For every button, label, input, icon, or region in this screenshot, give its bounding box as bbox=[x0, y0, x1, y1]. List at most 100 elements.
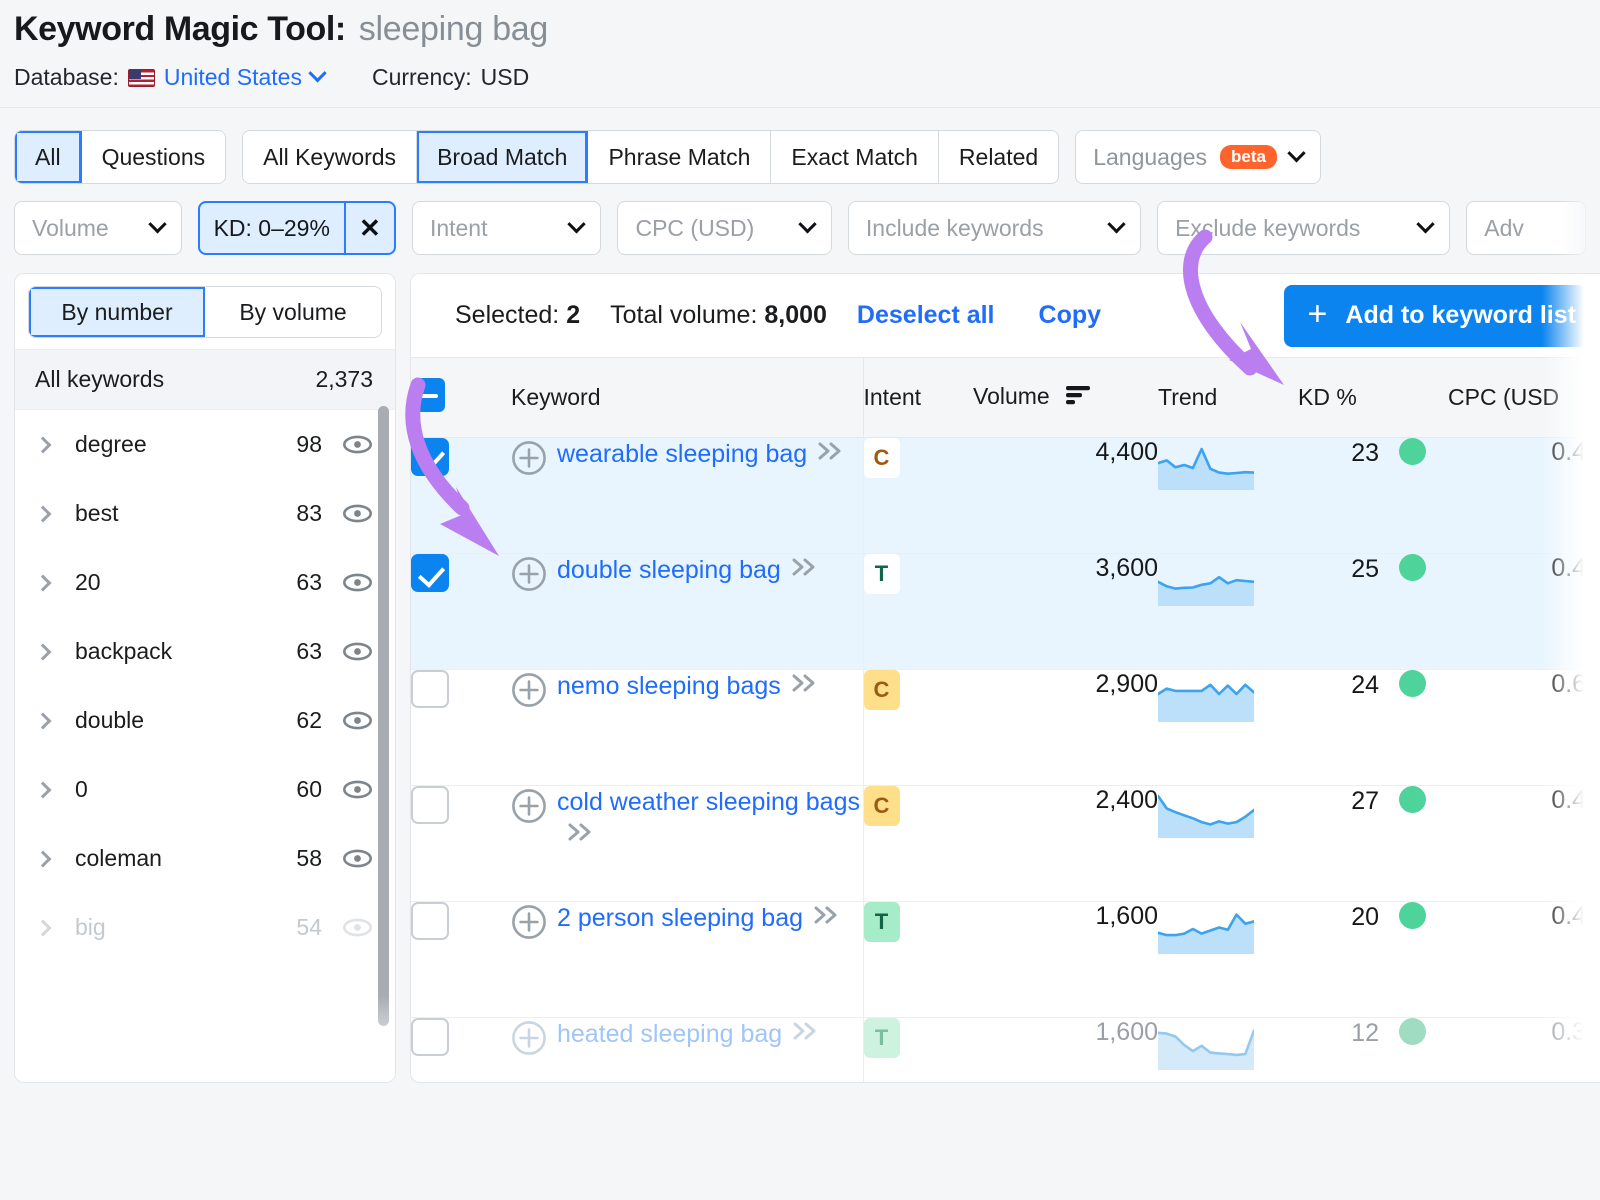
row-checkbox[interactable] bbox=[411, 786, 449, 824]
expand-keyword-icon-wrap[interactable] bbox=[791, 554, 821, 587]
eye-icon-wrap[interactable] bbox=[342, 429, 373, 460]
languages-dropdown[interactable]: Languages beta bbox=[1075, 130, 1321, 184]
tab-all[interactable]: All bbox=[15, 131, 82, 183]
tab-related[interactable]: Related bbox=[939, 131, 1058, 183]
sidebar-group-label: degree bbox=[63, 431, 296, 458]
expand-keyword-icon-wrap[interactable] bbox=[792, 1018, 822, 1051]
kd-filter-clear-button[interactable]: ✕ bbox=[344, 201, 394, 255]
add-keyword-icon-wrap[interactable] bbox=[511, 788, 547, 831]
cpc-filter[interactable]: CPC (USD) bbox=[617, 201, 831, 255]
keyword-link[interactable]: 2 person sleeping bag bbox=[557, 902, 843, 935]
intent-filter[interactable]: Intent bbox=[412, 201, 602, 255]
sidebar-tab-by-number[interactable]: By number bbox=[29, 287, 205, 337]
keyword-link[interactable]: double sleeping bag bbox=[557, 554, 821, 587]
chevron-right-icon[interactable] bbox=[37, 784, 63, 796]
database-value[interactable]: United States bbox=[164, 64, 302, 91]
keyword-link[interactable]: heated sleeping bag bbox=[557, 1018, 822, 1051]
eye-icon-wrap[interactable] bbox=[342, 774, 373, 805]
intent-badge[interactable]: T bbox=[864, 1018, 900, 1058]
sidebar-group-item[interactable]: backpack63 bbox=[15, 617, 395, 686]
keyword-link[interactable]: wearable sleeping bag bbox=[557, 438, 847, 471]
page-title: Keyword Magic Tool: sleeping bag bbox=[14, 10, 1586, 49]
add-keyword-icon-wrap[interactable] bbox=[511, 904, 547, 947]
keyword-link[interactable]: nemo sleeping bags bbox=[557, 670, 821, 703]
sidebar-group-item[interactable]: degree98 bbox=[15, 410, 395, 479]
expand-keyword-icon-wrap[interactable] bbox=[813, 902, 843, 935]
intent-cell: C bbox=[863, 786, 973, 902]
expand-keyword-icon bbox=[817, 440, 847, 462]
add-keyword-icon-wrap[interactable] bbox=[511, 672, 547, 715]
table-row[interactable]: 2 person sleeping bagT1,600200.45 bbox=[411, 902, 1600, 1018]
tab-questions[interactable]: Questions bbox=[82, 131, 226, 183]
sidebar-group-item[interactable]: coleman58 bbox=[15, 824, 395, 893]
sidebar-tab-by-volume[interactable]: By volume bbox=[205, 287, 381, 337]
advanced-filters[interactable]: Adv bbox=[1466, 201, 1586, 255]
eye-icon-wrap[interactable] bbox=[342, 636, 373, 667]
eye-icon-wrap[interactable] bbox=[342, 498, 373, 529]
column-header-intent[interactable]: Intent bbox=[863, 358, 973, 438]
database-selector[interactable]: Database: United States bbox=[14, 64, 324, 91]
row-checkbox[interactable] bbox=[411, 1018, 449, 1056]
tab-exact-match[interactable]: Exact Match bbox=[771, 131, 939, 183]
select-all-checkbox[interactable] bbox=[411, 378, 445, 412]
copy-button[interactable]: Copy bbox=[1039, 301, 1102, 330]
chevron-right-icon[interactable] bbox=[37, 508, 63, 520]
add-keyword-icon-wrap[interactable] bbox=[511, 556, 547, 599]
eye-icon-wrap[interactable] bbox=[342, 843, 373, 874]
volume-filter[interactable]: Volume bbox=[14, 201, 182, 255]
chevron-right-icon[interactable] bbox=[37, 577, 63, 589]
intent-badge[interactable]: C bbox=[864, 670, 900, 710]
row-checkbox[interactable] bbox=[411, 902, 449, 940]
add-keyword-icon-wrap[interactable] bbox=[511, 440, 547, 483]
column-header-trend[interactable]: Trend bbox=[1158, 358, 1298, 438]
sidebar-item-all-keywords[interactable]: All keywords 2,373 bbox=[15, 349, 395, 410]
tab-broad-match[interactable]: Broad Match bbox=[417, 131, 588, 183]
exclude-keywords-filter[interactable]: Exclude keywords bbox=[1157, 201, 1450, 255]
sidebar-group-item[interactable]: best83 bbox=[15, 479, 395, 548]
trend-sparkline bbox=[1158, 670, 1254, 722]
chevron-right-icon[interactable] bbox=[37, 439, 63, 451]
kd-cell: 24 bbox=[1298, 670, 1448, 786]
kd-filter[interactable]: KD: 0–29% ✕ bbox=[198, 201, 396, 255]
tab-phrase-match[interactable]: Phrase Match bbox=[588, 131, 771, 183]
table-row[interactable]: nemo sleeping bagsC2,900240.64 bbox=[411, 670, 1600, 786]
chevron-right-icon[interactable] bbox=[37, 853, 63, 865]
add-keyword-icon-wrap[interactable] bbox=[511, 1020, 547, 1063]
intent-badge[interactable]: C bbox=[864, 786, 900, 826]
column-header-volume[interactable]: Volume bbox=[973, 358, 1158, 438]
chevron-right-icon[interactable] bbox=[37, 646, 63, 658]
column-header-cpc[interactable]: CPC (USD bbox=[1448, 358, 1600, 438]
table-row[interactable]: double sleeping bagT3,600250.44 bbox=[411, 554, 1600, 670]
eye-icon-wrap[interactable] bbox=[342, 705, 373, 736]
table-row[interactable]: wearable sleeping bagC4,400230.48 bbox=[411, 438, 1600, 554]
intent-badge[interactable]: T bbox=[864, 902, 900, 942]
expand-keyword-icon-wrap[interactable] bbox=[817, 438, 847, 471]
kd-value: 27 bbox=[1351, 787, 1379, 815]
sidebar-group-item[interactable]: big54 bbox=[15, 893, 395, 962]
row-checkbox[interactable] bbox=[411, 554, 449, 592]
add-to-keyword-list-button[interactable]: + Add to keyword list bbox=[1284, 285, 1600, 347]
intent-badge[interactable]: C bbox=[864, 438, 900, 478]
table-row[interactable]: cold weather sleeping bagsC2,400270.47 bbox=[411, 786, 1600, 902]
tab-all-keywords[interactable]: All Keywords bbox=[243, 131, 417, 183]
sidebar-scrollbar[interactable] bbox=[378, 406, 389, 1026]
eye-icon-wrap[interactable] bbox=[342, 912, 373, 943]
row-checkbox[interactable] bbox=[411, 438, 449, 476]
column-header-kd[interactable]: KD % bbox=[1298, 358, 1448, 438]
deselect-all-button[interactable]: Deselect all bbox=[857, 301, 995, 330]
expand-keyword-icon-wrap[interactable] bbox=[567, 819, 597, 852]
sidebar-group-item[interactable]: 2063 bbox=[15, 548, 395, 617]
sidebar-group-item[interactable]: double62 bbox=[15, 686, 395, 755]
include-keywords-filter[interactable]: Include keywords bbox=[848, 201, 1141, 255]
sidebar-group-item[interactable]: 060 bbox=[15, 755, 395, 824]
keyword-link[interactable]: cold weather sleeping bags bbox=[557, 786, 863, 852]
table-row[interactable]: heated sleeping bagT1,600120.32 bbox=[411, 1018, 1600, 1084]
expand-keyword-icon-wrap[interactable] bbox=[791, 670, 821, 703]
intent-badge[interactable]: T bbox=[864, 554, 900, 594]
main-content: By number By volume All keywords 2,373 d… bbox=[0, 255, 1600, 1083]
chevron-right-icon[interactable] bbox=[37, 715, 63, 727]
row-checkbox[interactable] bbox=[411, 670, 449, 708]
column-header-keyword[interactable]: Keyword bbox=[511, 358, 863, 438]
chevron-right-icon[interactable] bbox=[37, 922, 63, 934]
eye-icon-wrap[interactable] bbox=[342, 567, 373, 598]
